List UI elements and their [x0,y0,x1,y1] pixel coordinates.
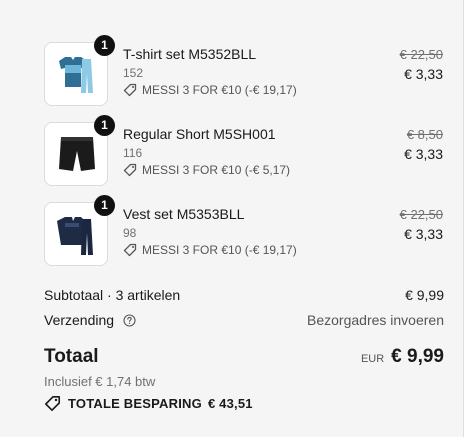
product-name: Vest set M5353BLL [123,206,245,222]
tax-note: Inclusief € 1,74 btw [44,374,156,389]
product-variant: 98 [123,226,137,240]
subtotal-value: € 9,99 [405,287,444,303]
original-price: € 22,50 [399,207,443,222]
currency-code: EUR [360,353,385,365]
cart-line-item: 1 T-shirt set M5352BLL 152 MESSI 3 FOR €… [44,35,444,106]
quantity-badge: 1 [94,115,115,136]
tag-icon [123,163,137,177]
discount-line: MESSI 3 FOR €10 (-€ 5,17) [123,162,290,178]
discount-text: MESSI 3 FOR €10 (-€ 19,17) [142,83,297,97]
tag-icon [45,396,60,411]
product-variant: 152 [123,66,144,80]
shipping-label: Verzending [44,312,115,328]
shipping-row: Verzending Bezorgadres invoeren [44,311,444,329]
total-label: Totaal [44,346,99,367]
product-variant: 116 [123,146,143,160]
total-amount-group: EUR € 9,99 [361,346,444,368]
shipping-value: Bezorgadres invoeren [307,312,444,328]
product-name: Regular Short M5SH001 [123,126,276,142]
discount-text: MESSI 3 FOR €10 (-€ 5,17) [142,163,291,177]
total-value: € 9,99 [391,346,444,367]
savings-label: TOTALE BESPARING [68,396,202,411]
subtotal-label: Subtotaal · 3 artikelen [44,287,181,303]
tag-icon [123,83,137,97]
quantity-badge: 1 [94,35,115,56]
original-price: € 8,50 [406,127,443,142]
discounted-price: € 3,33 [404,66,443,82]
product-thumbnail: 1 [44,115,115,186]
discounted-price: € 3,33 [404,226,443,242]
product-thumbnail: 1 [44,195,115,266]
discounted-price: € 3,33 [404,146,443,162]
savings-value: € 43,51 [207,396,253,411]
help-icon[interactable] [123,314,136,327]
discount-line: MESSI 3 FOR €10 (-€ 19,17) [123,242,297,258]
cart-line-item: 1 Vest set M5353BLL 98 MESSI 3 FOR €10 (… [44,195,444,266]
cart-line-item: 1 Regular Short M5SH001 116 MESSI 3 FOR … [44,115,444,186]
discount-line: MESSI 3 FOR €10 (-€ 19,17) [123,82,297,98]
subtotal-row: Subtotaal · 3 artikelen € 9,99 [44,286,444,304]
original-price: € 22,50 [399,47,443,62]
discount-text: MESSI 3 FOR €10 (-€ 19,17) [142,243,297,257]
product-name: T-shirt set M5352BLL [123,46,257,62]
quantity-badge: 1 [94,195,115,216]
tag-icon [123,243,137,257]
order-summary-panel: 1 T-shirt set M5352BLL 152 MESSI 3 FOR €… [0,0,464,437]
total-savings: TOTALE BESPARING € 43,51 [44,395,253,412]
shipping-label-group: Verzending [44,311,136,329]
total-row: Totaal EUR € 9,99 [44,346,444,368]
product-thumbnail: 1 [44,35,115,106]
